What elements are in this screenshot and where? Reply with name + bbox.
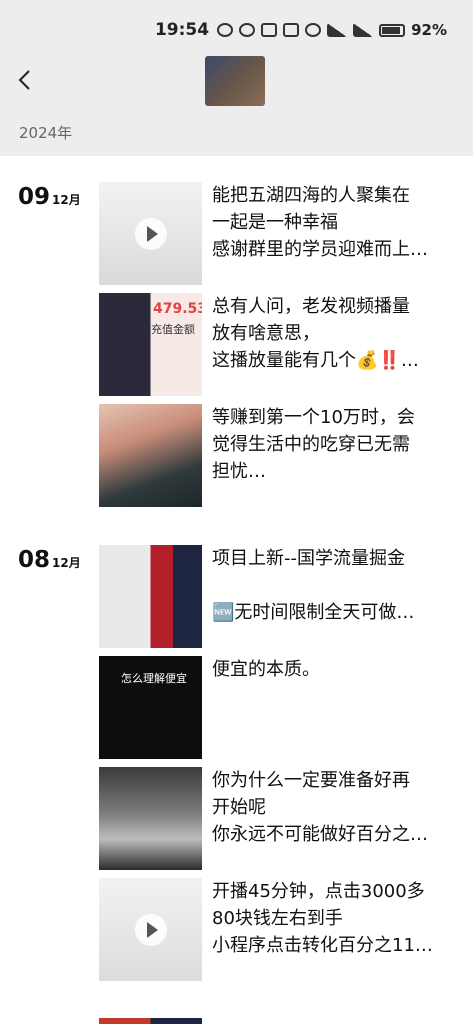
post-line: 开播45分钟，点击3000多 bbox=[212, 881, 425, 902]
post-line: 等赚到第一个10万时，会 bbox=[212, 407, 415, 428]
post-line: 小程序点击转化百分之11… bbox=[212, 935, 433, 956]
post-thumbnail[interactable] bbox=[99, 404, 202, 507]
post-line: 这播放量能有几个💰‼️… bbox=[212, 350, 419, 371]
date-label: 08 12月 bbox=[18, 547, 81, 573]
post-text[interactable]: 便宜的本质。 bbox=[212, 656, 457, 683]
date-month: 12月 bbox=[52, 556, 81, 570]
battery-icon bbox=[379, 23, 406, 37]
post-line: 项目上新--国学流量掘金 bbox=[212, 548, 405, 569]
vibrate-icon bbox=[283, 23, 300, 37]
post-line bbox=[212, 572, 457, 599]
post-line: 放有啥意思， bbox=[212, 323, 320, 344]
status-icons bbox=[217, 23, 406, 37]
post-line: 能把五湖四海的人聚集在 bbox=[212, 185, 410, 206]
post-line: 80块钱左右到手 bbox=[212, 908, 343, 929]
signal-icon-1 bbox=[327, 23, 348, 37]
post-text[interactable]: 你为什么一定要准备好再 开始呢 你永远不可能做好百分之… bbox=[212, 767, 457, 848]
date-label: 09 12月 bbox=[18, 184, 81, 210]
post-line: 担忧… bbox=[212, 461, 266, 482]
header: 2024年 bbox=[0, 56, 473, 156]
thumb-amount: 479.53 bbox=[153, 301, 202, 317]
post-text[interactable]: 总有人问，老发视频播量 放有啥意思， 这播放量能有几个💰‼️… bbox=[212, 293, 457, 374]
post-line: 一起是一种幸福 bbox=[212, 212, 338, 233]
back-icon[interactable] bbox=[14, 68, 38, 92]
post-text[interactable]: 等赚到第一个10万时，会 觉得生活中的吃穿已无需 担忧… bbox=[212, 404, 457, 485]
status-bar: 19:54 92% bbox=[0, 0, 473, 60]
thumb-caption: 充值金额 bbox=[151, 323, 195, 336]
post-thumbnail[interactable] bbox=[99, 545, 202, 648]
post-line: 你永远不可能做好百分之… bbox=[212, 824, 428, 845]
battery-percent: 92% bbox=[411, 21, 447, 39]
date-day: 09 bbox=[18, 184, 51, 210]
post-line: 🆕无时间限制全天可做… bbox=[212, 602, 415, 623]
post-thumbnail[interactable] bbox=[99, 767, 202, 870]
timer-icon bbox=[217, 23, 234, 37]
post-thumbnail[interactable]: 479.53 充值金额 bbox=[99, 293, 202, 396]
post-line: 开始呢 bbox=[212, 797, 266, 818]
post-line: 感谢群里的学员迎难而上… bbox=[212, 239, 428, 260]
wifi-icon bbox=[305, 23, 322, 37]
post-thumbnail[interactable] bbox=[99, 182, 202, 285]
post-text[interactable]: 开播45分钟，点击3000多 80块钱左右到手 小程序点击转化百分之11… bbox=[212, 878, 457, 959]
post-thumbnail[interactable]: 怎么理解便宜 bbox=[99, 656, 202, 759]
post-line: 你为什么一定要准备好再 bbox=[212, 770, 410, 791]
status-time: 19:54 bbox=[154, 20, 210, 40]
post-thumbnail[interactable] bbox=[99, 1018, 202, 1024]
post-text[interactable]: 项目上新--国学流量掘金 🆕无时间限制全天可做… bbox=[212, 545, 457, 626]
year-label: 2024年 bbox=[19, 124, 73, 142]
play-icon[interactable] bbox=[135, 914, 167, 946]
post-line: 总有人问，老发视频播量 bbox=[212, 296, 410, 317]
post-thumbnail[interactable] bbox=[99, 878, 202, 981]
date-month: 12月 bbox=[52, 193, 81, 207]
post-text[interactable]: 能把五湖四海的人聚集在 一起是一种幸福 感谢群里的学员迎难而上… bbox=[212, 182, 457, 263]
date-day: 08 bbox=[18, 547, 51, 573]
avatar[interactable] bbox=[205, 56, 265, 106]
post-line: 觉得生活中的吃穿已无需 bbox=[212, 434, 410, 455]
thumb-title: 怎么理解便宜 bbox=[121, 672, 187, 685]
nfc-icon bbox=[261, 23, 278, 37]
eye-icon bbox=[239, 23, 256, 37]
post-line: 便宜的本质。 bbox=[212, 659, 320, 680]
signal-icon-2 bbox=[353, 23, 374, 37]
play-icon[interactable] bbox=[135, 218, 167, 250]
